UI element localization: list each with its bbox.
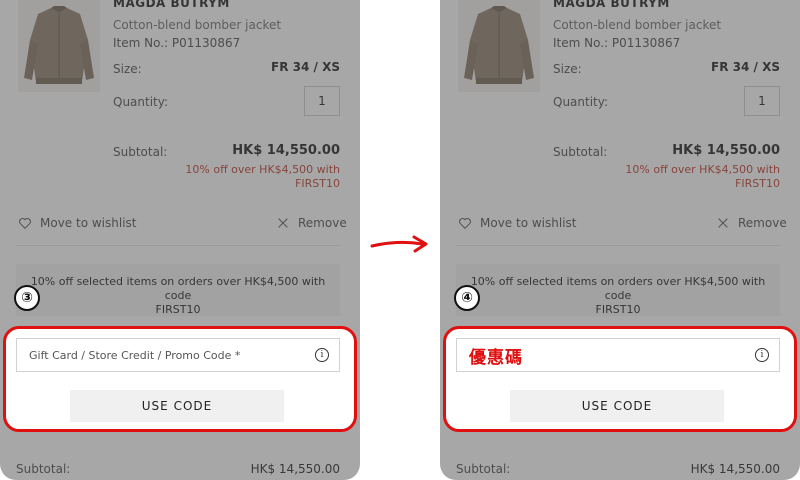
remove-label: Remove (298, 216, 347, 230)
product-thumbnail[interactable] (458, 0, 540, 92)
promo-notice-banner: 10% off selected items on orders over HK… (16, 264, 340, 316)
divider (16, 245, 340, 246)
size-value: FR 34 / XS (711, 60, 780, 74)
subtotal-value: HK$ 14,550.00 (672, 143, 780, 158)
order-subtotal-label: Subtotal: (16, 462, 71, 476)
item-number: Item No.: P01130867 (553, 36, 681, 50)
size-value: FR 34 / XS (271, 60, 340, 74)
move-to-wishlist-button[interactable]: Move to wishlist (18, 216, 137, 230)
promo-notice-text: 10% off selected items on orders over HK… (30, 275, 326, 302)
move-to-wishlist-button[interactable]: Move to wishlist (458, 216, 577, 230)
close-icon (718, 218, 728, 228)
use-code-button[interactable]: USE CODE (510, 390, 724, 422)
product-thumbnail[interactable] (18, 0, 100, 92)
info-icon[interactable]: i (315, 348, 329, 362)
product-name[interactable]: Cotton-blend bomber jacket (113, 18, 281, 32)
item-number: Item No.: P01130867 (113, 36, 241, 50)
product-brand[interactable]: MAGDA BUTRYM (553, 0, 670, 10)
order-subtotal-value: HK$ 14,550.00 (250, 462, 340, 476)
jacket-image (18, 0, 100, 92)
product-brand[interactable]: MAGDA BUTRYM (113, 0, 230, 10)
use-code-button[interactable]: USE CODE (70, 390, 284, 422)
promo-notice-code: FIRST10 (595, 303, 641, 316)
promo-discount-line: 10% off over HK$4,500 with (625, 163, 780, 176)
promo-notice-code: FIRST10 (155, 303, 201, 316)
size-label: Size: (553, 62, 582, 76)
step-badge-4: ④ (454, 285, 480, 311)
heart-icon (19, 217, 31, 229)
heart-icon (459, 217, 471, 229)
promo-notice-text: 10% off selected items on orders over HK… (470, 275, 766, 302)
promo-discount-code: FIRST10 (295, 177, 340, 190)
promo-code-placeholder: Gift Card / Store Credit / Promo Code * (29, 348, 241, 362)
jacket-image (458, 0, 540, 92)
quantity-field[interactable]: 1 (304, 86, 340, 116)
close-icon (278, 218, 288, 228)
promo-discount-code: FIRST10 (735, 177, 780, 190)
info-icon[interactable]: i (755, 348, 769, 362)
subtotal-label: Subtotal: (113, 145, 168, 159)
product-name[interactable]: Cotton-blend bomber jacket (553, 18, 721, 32)
order-subtotal-value: HK$ 14,550.00 (690, 462, 780, 476)
wishlist-label: Move to wishlist (480, 216, 577, 230)
promo-code-input[interactable]: 優惠碼 i (456, 338, 780, 372)
remove-label: Remove (738, 216, 787, 230)
quantity-label: Quantity: (553, 95, 609, 109)
cart-panel-step-3: MAGDA BUTRYM Cotton-blend bomber jacket … (0, 0, 360, 480)
subtotal-label: Subtotal: (553, 145, 608, 159)
promo-discount-note: 10% off over HK$4,500 with FIRST10 (140, 163, 340, 191)
promo-discount-line: 10% off over HK$4,500 with (185, 163, 340, 176)
promo-notice-banner: 10% off selected items on orders over HK… (456, 264, 780, 316)
cart-panel-step-4: MAGDA BUTRYM Cotton-blend bomber jacket … (440, 0, 800, 480)
remove-button[interactable]: Remove (276, 216, 347, 230)
promo-discount-note: 10% off over HK$4,500 with FIRST10 (580, 163, 780, 191)
wishlist-label: Move to wishlist (40, 216, 137, 230)
quantity-field[interactable]: 1 (744, 86, 780, 116)
promo-code-input[interactable]: Gift Card / Store Credit / Promo Code * … (16, 338, 340, 372)
remove-button[interactable]: Remove (716, 216, 787, 230)
arrow-right-icon (370, 235, 428, 253)
step-badge-3: ③ (14, 285, 40, 311)
order-subtotal-label: Subtotal: (456, 462, 511, 476)
promo-code-annotation: 優惠碼 (469, 347, 523, 368)
divider (456, 245, 780, 246)
quantity-label: Quantity: (113, 95, 169, 109)
size-label: Size: (113, 62, 142, 76)
subtotal-value: HK$ 14,550.00 (232, 143, 340, 158)
